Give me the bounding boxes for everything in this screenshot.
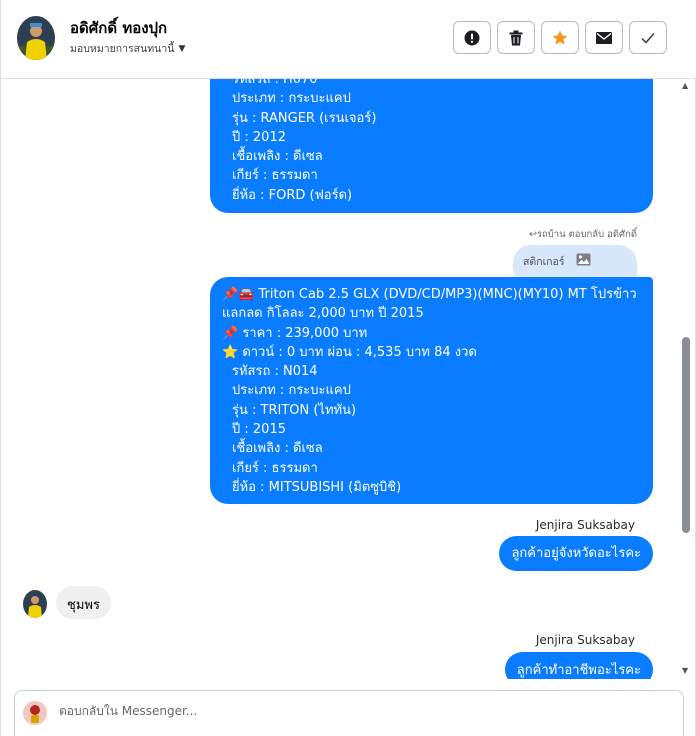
image-icon <box>576 253 591 266</box>
scroll-up-icon[interactable]: ▲ <box>682 81 688 90</box>
check-icon <box>641 32 655 44</box>
reply-arrow-icon: ↩ <box>528 229 537 240</box>
sender-name: Jenjira Suksabay <box>535 633 635 647</box>
trash-icon <box>509 30 523 45</box>
alert-icon <box>464 30 480 45</box>
message-line: ประเภท : กระบะแคป <box>232 383 351 399</box>
mark-unread-button[interactable] <box>585 21 623 54</box>
page-avatar <box>23 700 47 726</box>
customer-message-1[interactable]: ชุมพร <box>56 586 111 619</box>
message-line: เชื้อเพลิง : ดีเซล <box>232 149 323 165</box>
delete-button[interactable] <box>497 21 535 54</box>
scroll-down-icon[interactable]: ▼ <box>682 666 688 675</box>
message-line: ประเภท : กระบะแคป <box>232 91 351 107</box>
message-line: รหัสรถ : N014 <box>232 364 318 380</box>
contact-name: อดิศักดิ์ ทองปุก <box>70 19 168 37</box>
message-line: แลกลด กิโลละ 2,000 บาท ปี 2015 <box>222 306 424 322</box>
chat-window: อดิศักดิ์ ทองปุก มอบหมายการสนทนานี้ ▼ รห… <box>0 0 696 736</box>
agent-message-2[interactable]: ลูกค้าทำอาชีพอะไรคะ <box>504 652 653 679</box>
message-thread: รหัสรถ : H070 ประเภท : กระบะแคป รุ่น : R… <box>1 79 681 679</box>
star-icon <box>552 30 568 45</box>
message-line: เกียร์ : ธรรมดา <box>232 460 318 476</box>
message-line: 📌🚘 Triton Cab 2.5 GLX (DVD/CD/MP3)(MNC)(… <box>222 287 637 302</box>
star-button[interactable] <box>541 21 579 54</box>
message-line: ปี : 2015 <box>232 422 286 438</box>
message-line: รหัสรถ : H070 <box>232 79 318 87</box>
assign-conversation-dropdown[interactable]: มอบหมายการสนทนานี้ ▼ <box>70 40 185 57</box>
scrollbar-thumb[interactable] <box>682 337 690 533</box>
mark-done-button[interactable] <box>629 21 667 54</box>
customer-avatar[interactable] <box>23 590 47 618</box>
sticker-label: สติกเกอร์ <box>523 256 565 268</box>
reply-indicator: ↩รถบ้าน ตอบกลับ อดิศักดิ์ <box>528 229 637 240</box>
sender-name: Jenjira Suksabay <box>535 518 635 532</box>
message-line: ยี่ห้อ : MITSUBISHI (มิตซูบิชิ) <box>232 479 402 495</box>
car-listing-message-2[interactable]: 📌🚘 Triton Cab 2.5 GLX (DVD/CD/MP3)(MNC)(… <box>210 277 653 504</box>
message-line: รุ่น : TRITON (ไททัน) <box>232 402 357 418</box>
contact-avatar[interactable] <box>17 16 55 60</box>
reply-composer <box>14 690 684 736</box>
message-line: เกียร์ : ธรรมดา <box>232 168 318 184</box>
assign-label: มอบหมายการสนทนานี้ <box>70 43 175 55</box>
message-line: ยี่ห้อ : FORD (ฟอร์ด) <box>232 187 353 203</box>
conversation-header: อดิศักดิ์ ทองปุก มอบหมายการสนทนานี้ ▼ <box>1 0 696 79</box>
message-line: เชื้อเพลิง : ดีเซล <box>232 441 323 457</box>
agent-message-1[interactable]: ลูกค้าอยู่จังหวัดอะไรคะ <box>499 536 653 571</box>
thread-scrollbar[interactable]: ▲ ▼ <box>681 79 691 677</box>
reply-input[interactable] <box>59 704 619 718</box>
envelope-icon <box>596 31 612 44</box>
mark-spam-button[interactable] <box>453 21 491 54</box>
message-line: ⭐ ดาวน์ : 0 บาท ผ่อน : 4,535 บาท 84 งวด <box>222 344 477 360</box>
header-actions <box>453 21 667 54</box>
caret-down-icon: ▼ <box>178 43 186 54</box>
message-line: ปี : 2012 <box>232 129 286 145</box>
car-listing-message-1[interactable]: รหัสรถ : H070 ประเภท : กระบะแคป รุ่น : R… <box>210 79 653 213</box>
message-line: รุ่น : RANGER (เรนเจอร์) <box>232 110 377 126</box>
message-line: 📌 ราคา : 239,000 บาท <box>222 325 368 341</box>
